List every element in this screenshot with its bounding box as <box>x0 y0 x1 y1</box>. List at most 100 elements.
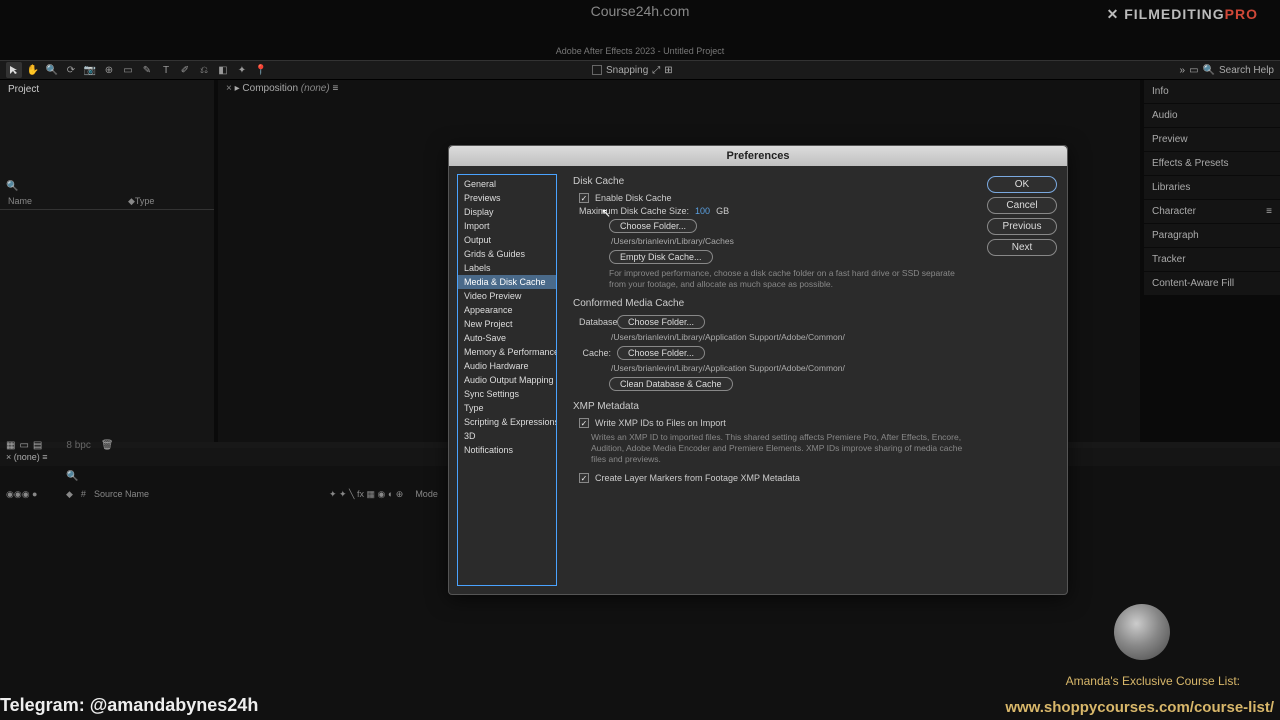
cat-video-preview[interactable]: Video Preview <box>458 289 556 303</box>
cat-appearance[interactable]: Appearance <box>458 303 556 317</box>
hand-tool-icon[interactable]: ✋ <box>25 62 41 78</box>
roto-tool-icon[interactable]: ✦ <box>234 62 250 78</box>
eraser-tool-icon[interactable]: ◧ <box>215 62 231 78</box>
panel-paragraph[interactable]: Paragraph <box>1144 224 1280 248</box>
tl-icon3[interactable]: ▤ <box>33 440 42 451</box>
snapping-checkbox[interactable] <box>592 65 602 75</box>
pan-behind-tool-icon[interactable]: ⊕ <box>101 62 117 78</box>
next-button[interactable]: Next <box>987 239 1057 256</box>
enable-disk-cache-label: Enable Disk Cache <box>595 193 672 203</box>
cat-audio-out[interactable]: Audio Output Mapping <box>458 373 556 387</box>
preferences-dialog: Preferences General Previews Display Imp… <box>448 145 1068 595</box>
comp-tab-label: Composition <box>242 83 298 94</box>
cat-display[interactable]: Display <box>458 205 556 219</box>
search-help-input[interactable]: Search Help <box>1219 65 1274 76</box>
db-path: /Users/brianlevin/Library/Application Su… <box>611 332 979 342</box>
panel-libraries[interactable]: Libraries <box>1144 176 1280 200</box>
ok-button[interactable]: OK <box>987 176 1057 193</box>
choose-folder-button[interactable]: Choose Folder... <box>609 219 697 233</box>
cache-path: /Users/brianlevin/Library/Application Su… <box>611 363 979 373</box>
cat-notifications[interactable]: Notifications <box>458 443 556 457</box>
cat-scripting[interactable]: Scripting & Expressions <box>458 415 556 429</box>
camera-tool-icon[interactable]: 📷 <box>82 62 98 78</box>
panel-effects[interactable]: Effects & Presets <box>1144 152 1280 176</box>
clone-tool-icon[interactable]: ⎌ <box>196 62 212 78</box>
write-xmp-label: Write XMP IDs to Files on Import <box>595 418 726 428</box>
write-xmp-help: Writes an XMP ID to imported files. This… <box>591 432 979 465</box>
preferences-content: Disk Cache ✓ Enable Disk Cache ↖ Maximum… <box>565 166 987 594</box>
max-cache-value[interactable]: 100 <box>695 206 710 216</box>
selection-tool-icon[interactable] <box>6 62 22 78</box>
preferences-category-list: General Previews Display Import Output G… <box>457 174 557 586</box>
layer-switches-icon[interactable]: ◆ <box>66 489 73 500</box>
source-name-col[interactable]: Source Name <box>94 489 149 499</box>
cat-import[interactable]: Import <box>458 219 556 233</box>
tl-icon2[interactable]: ▭ <box>19 440 28 451</box>
disk-cache-help: For improved performance, choose a disk … <box>609 268 959 290</box>
cat-3d[interactable]: 3D <box>458 429 556 443</box>
preferences-buttons: OK Cancel Previous Next <box>987 166 1067 594</box>
cat-previews[interactable]: Previews <box>458 191 556 205</box>
cat-general[interactable]: General <box>458 177 556 191</box>
tl-search-icon[interactable]: 🔍 <box>66 471 78 482</box>
app-title-bar: Adobe After Effects 2023 - Untitled Proj… <box>0 46 1280 58</box>
trash-icon[interactable]: 🗑 <box>101 440 114 451</box>
clean-db-cache-button[interactable]: Clean Database & Cache <box>609 377 733 391</box>
comp-none: (none) <box>301 83 330 94</box>
cat-labels[interactable]: Labels <box>458 261 556 275</box>
previous-button[interactable]: Previous <box>987 218 1057 235</box>
brand-pro: PRO <box>1225 6 1258 22</box>
timeline-tab[interactable]: × (none) ≡ <box>6 452 48 462</box>
cat-auto-save[interactable]: Auto-Save <box>458 331 556 345</box>
cat-output[interactable]: Output <box>458 233 556 247</box>
col-name[interactable]: Name <box>8 196 128 207</box>
brush-tool-icon[interactable]: ✐ <box>177 62 193 78</box>
panel-info[interactable]: Info <box>1144 80 1280 104</box>
panel-icon[interactable]: ▭ <box>1189 65 1198 76</box>
snap-icon[interactable]: ⤢ <box>652 65 660 76</box>
conformed-section: Conformed Media Cache <box>573 298 979 309</box>
cat-sync[interactable]: Sync Settings <box>458 387 556 401</box>
puppet-tool-icon[interactable]: 📍 <box>253 62 269 78</box>
mode-col[interactable]: Mode <box>415 489 438 499</box>
panel-audio[interactable]: Audio <box>1144 104 1280 128</box>
cache-choose-folder-button[interactable]: Choose Folder... <box>617 346 705 360</box>
workspace-icon[interactable]: » <box>1180 65 1186 76</box>
panel-character[interactable]: Character≡ <box>1144 200 1280 224</box>
cat-type[interactable]: Type <box>458 401 556 415</box>
pen-tool-icon[interactable]: ✎ <box>139 62 155 78</box>
shape-tool-icon[interactable]: ▭ <box>120 62 136 78</box>
snap-align-icon[interactable]: ⊞ <box>664 65 672 76</box>
project-panel: Project 🔍 Name ◆ Type <box>0 80 214 442</box>
watermark-top: Course24h.com <box>591 3 690 19</box>
cache-label: Cache: <box>579 348 611 358</box>
type-tool-icon[interactable]: T <box>158 62 174 78</box>
project-search-icon[interactable]: 🔍 <box>6 181 18 192</box>
cat-media-disk-cache[interactable]: Media & Disk Cache <box>458 275 556 289</box>
layer-markers-label: Create Layer Markers from Footage XMP Me… <box>595 473 800 483</box>
col-type[interactable]: Type <box>135 196 155 207</box>
empty-disk-cache-button[interactable]: Empty Disk Cache... <box>609 250 713 264</box>
cancel-button[interactable]: Cancel <box>987 197 1057 214</box>
db-choose-folder-button[interactable]: Choose Folder... <box>617 315 705 329</box>
tl-icon[interactable]: ▦ <box>6 440 15 451</box>
panel-content-aware[interactable]: Content-Aware Fill <box>1144 272 1280 296</box>
preferences-title: Preferences <box>449 146 1067 166</box>
course-list-label: Amanda's Exclusive Course List: <box>1066 674 1240 688</box>
panel-preview[interactable]: Preview <box>1144 128 1280 152</box>
disk-cache-path: /Users/brianlevin/Library/Caches <box>611 236 979 246</box>
layer-markers-checkbox[interactable]: ✓ <box>579 473 589 483</box>
search-icon[interactable]: 🔍 <box>1203 65 1215 76</box>
zoom-tool-icon[interactable]: 🔍 <box>44 62 60 78</box>
composition-tab[interactable]: × ▸ Composition (none) ≡ <box>218 80 346 97</box>
telegram-overlay: Telegram: @amandabynes24h <box>0 695 258 716</box>
rotate-tool-icon[interactable]: ⟳ <box>63 62 79 78</box>
project-tab[interactable]: Project <box>0 80 214 99</box>
cat-new-project[interactable]: New Project <box>458 317 556 331</box>
panel-tracker[interactable]: Tracker <box>1144 248 1280 272</box>
enable-disk-cache-checkbox[interactable]: ✓ <box>579 193 589 203</box>
cat-audio-hw[interactable]: Audio Hardware <box>458 359 556 373</box>
cat-grids[interactable]: Grids & Guides <box>458 247 556 261</box>
cat-memory[interactable]: Memory & Performance <box>458 345 556 359</box>
write-xmp-checkbox[interactable]: ✓ <box>579 418 589 428</box>
